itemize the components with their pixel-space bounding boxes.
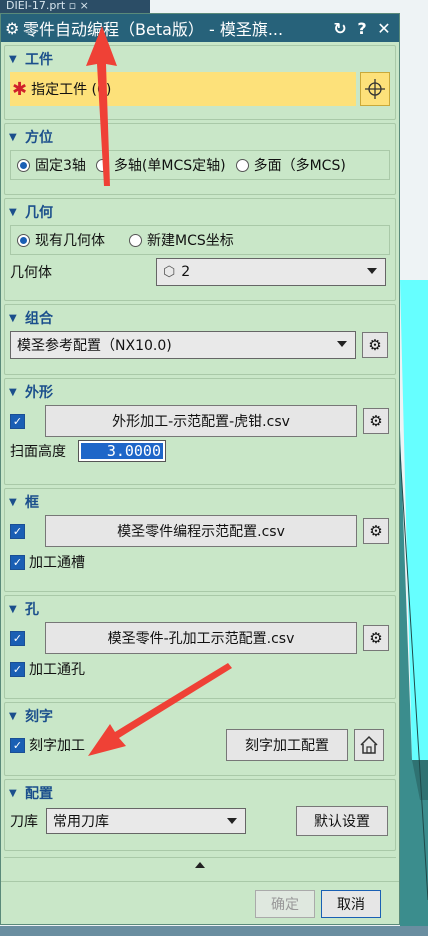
collapse-icon: ▼: [9, 710, 17, 722]
section-header-geometry[interactable]: ▼ 几何: [5, 199, 395, 225]
section-header-workpiece[interactable]: ▼ 工件: [5, 46, 395, 72]
reset-icon[interactable]: ↻: [329, 19, 351, 38]
section-profile: ▼ 外形 ✓ 外形加工-示范配置-虎钳.csv ⚙ 扫面高度 3.0000: [4, 378, 396, 485]
auto-programming-dialog: ⚙ 零件自动编程（Beta版） - 模圣旗... ↻ ? ✕ ▼ 工件 ✱ 指定…: [0, 13, 400, 925]
through-hole-checkbox[interactable]: ✓ 加工通孔: [10, 659, 390, 679]
section-header-orientation[interactable]: ▼ 方位: [5, 124, 395, 150]
section-config: ▼ 配置 刀库 常用刀库 默认设置: [4, 779, 396, 851]
sweep-height-input[interactable]: 3.0000: [78, 440, 166, 462]
home-button[interactable]: [354, 729, 384, 761]
collapse-icon: ▼: [9, 131, 17, 143]
collapse-toggle[interactable]: [4, 857, 396, 871]
default-settings-button[interactable]: 默认设置: [296, 806, 388, 836]
hole-config-file-button[interactable]: 模圣零件-孔加工示范配置.csv: [45, 622, 357, 654]
engrave-checkbox[interactable]: ✓ 刻字加工: [10, 735, 226, 755]
section-engrave: ▼ 刻字 ✓ 刻字加工 刻字加工配置: [4, 702, 396, 776]
close-icon[interactable]: ✕: [373, 19, 395, 38]
home-icon: [360, 735, 378, 754]
chevron-up-icon: [195, 861, 205, 868]
gear-icon: ⚙: [369, 522, 383, 540]
group-settings-button[interactable]: ⚙: [362, 332, 388, 358]
section-header-frame[interactable]: ▼ 框: [5, 489, 395, 515]
engrave-config-button[interactable]: 刻字加工配置: [226, 729, 348, 761]
dialog-footer: 确定 取消: [1, 881, 399, 918]
collapse-icon: ▼: [9, 53, 17, 65]
gear-icon: ⚙: [5, 18, 20, 38]
radio-new-mcs[interactable]: 新建MCS坐标: [129, 230, 234, 250]
geometry-radio-group: 现有几何体 新建MCS坐标: [10, 225, 390, 255]
collapse-icon: ▼: [9, 206, 17, 218]
section-hole: ▼ 孔 ✓ 模圣零件-孔加工示范配置.csv ⚙ ✓ 加工通孔: [4, 595, 396, 699]
select-object-button[interactable]: [360, 72, 390, 106]
section-frame: ▼ 框 ✓ 模圣零件编程示范配置.csv ⚙ ✓ 加工通槽: [4, 488, 396, 592]
gear-icon: ⚙: [369, 412, 383, 430]
radio-multi-axis[interactable]: 多轴(单MCS定轴): [95, 155, 226, 175]
gear-icon: ⚙: [368, 336, 382, 354]
section-header-group[interactable]: ▼ 组合: [5, 305, 395, 331]
through-slot-checkbox[interactable]: ✓ 加工通槽: [10, 552, 390, 572]
frame-checkbox[interactable]: ✓: [10, 523, 25, 539]
gear-icon: ⚙: [369, 629, 383, 647]
group-config-dropdown[interactable]: 模圣参考配置（NX10.0): [10, 331, 356, 359]
chevron-down-icon: [227, 818, 237, 824]
collapse-icon: ▼: [9, 603, 17, 615]
specify-workpiece-selector[interactable]: ✱ 指定工件 (0): [10, 72, 356, 106]
section-header-engrave[interactable]: ▼ 刻字: [5, 703, 395, 729]
section-workpiece: ▼ 工件 ✱ 指定工件 (0): [4, 45, 396, 120]
frame-config-file-button[interactable]: 模圣零件编程示范配置.csv: [45, 515, 357, 547]
radio-existing-geometry[interactable]: 现有几何体: [17, 230, 105, 250]
section-group: ▼ 组合 模圣参考配置（NX10.0) ⚙: [4, 304, 396, 375]
frame-settings-button[interactable]: ⚙: [363, 518, 389, 544]
section-header-hole[interactable]: ▼ 孔: [5, 596, 395, 622]
collapse-icon: ▼: [9, 496, 17, 508]
file-tab[interactable]: DIEI-17.prt ▫ ×: [0, 0, 150, 14]
hole-checkbox[interactable]: ✓: [10, 630, 25, 646]
tool-library-dropdown[interactable]: 常用刀库: [46, 808, 246, 834]
section-header-config[interactable]: ▼ 配置: [5, 780, 395, 806]
sweep-height-label: 扫面高度: [10, 444, 66, 460]
geometry-dropdown[interactable]: ⬡ 2: [156, 258, 386, 286]
profile-config-file-button[interactable]: 外形加工-示范配置-虎钳.csv: [45, 405, 357, 437]
crosshair-icon: [365, 79, 385, 99]
ok-button[interactable]: 确定: [255, 890, 315, 918]
section-geometry: ▼ 几何 现有几何体 新建MCS坐标 几何体 ⬡ 2: [4, 198, 396, 301]
collapse-icon: ▼: [9, 787, 17, 799]
geometry-label: 几何体: [10, 265, 52, 281]
cube-icon: ⬡: [163, 264, 176, 280]
profile-settings-button[interactable]: ⚙: [363, 408, 389, 434]
dialog-titlebar[interactable]: ⚙ 零件自动编程（Beta版） - 模圣旗... ↻ ? ✕: [1, 14, 399, 42]
chevron-down-icon: [337, 341, 347, 347]
dialog-title: 零件自动编程（Beta版） - 模圣旗...: [23, 20, 284, 39]
help-icon[interactable]: ?: [351, 19, 373, 38]
orientation-radio-group: 固定3轴 多轴(单MCS定轴) 多面（多MCS): [10, 150, 390, 180]
tool-library-label: 刀库: [10, 814, 38, 830]
collapse-icon: ▼: [9, 312, 17, 324]
hole-settings-button[interactable]: ⚙: [363, 625, 389, 651]
required-asterisk-icon: ✱: [12, 78, 28, 100]
radio-multi-face[interactable]: 多面（多MCS): [235, 155, 346, 175]
chevron-down-icon: [367, 268, 377, 274]
radio-fixed-3axis[interactable]: 固定3轴: [17, 155, 86, 175]
profile-checkbox[interactable]: ✓: [10, 413, 25, 429]
section-orientation: ▼ 方位 固定3轴 多轴(单MCS定轴) 多面（多MCS): [4, 123, 396, 195]
section-header-profile[interactable]: ▼ 外形: [5, 379, 395, 405]
collapse-icon: ▼: [9, 386, 17, 398]
cancel-button[interactable]: 取消: [321, 890, 381, 918]
